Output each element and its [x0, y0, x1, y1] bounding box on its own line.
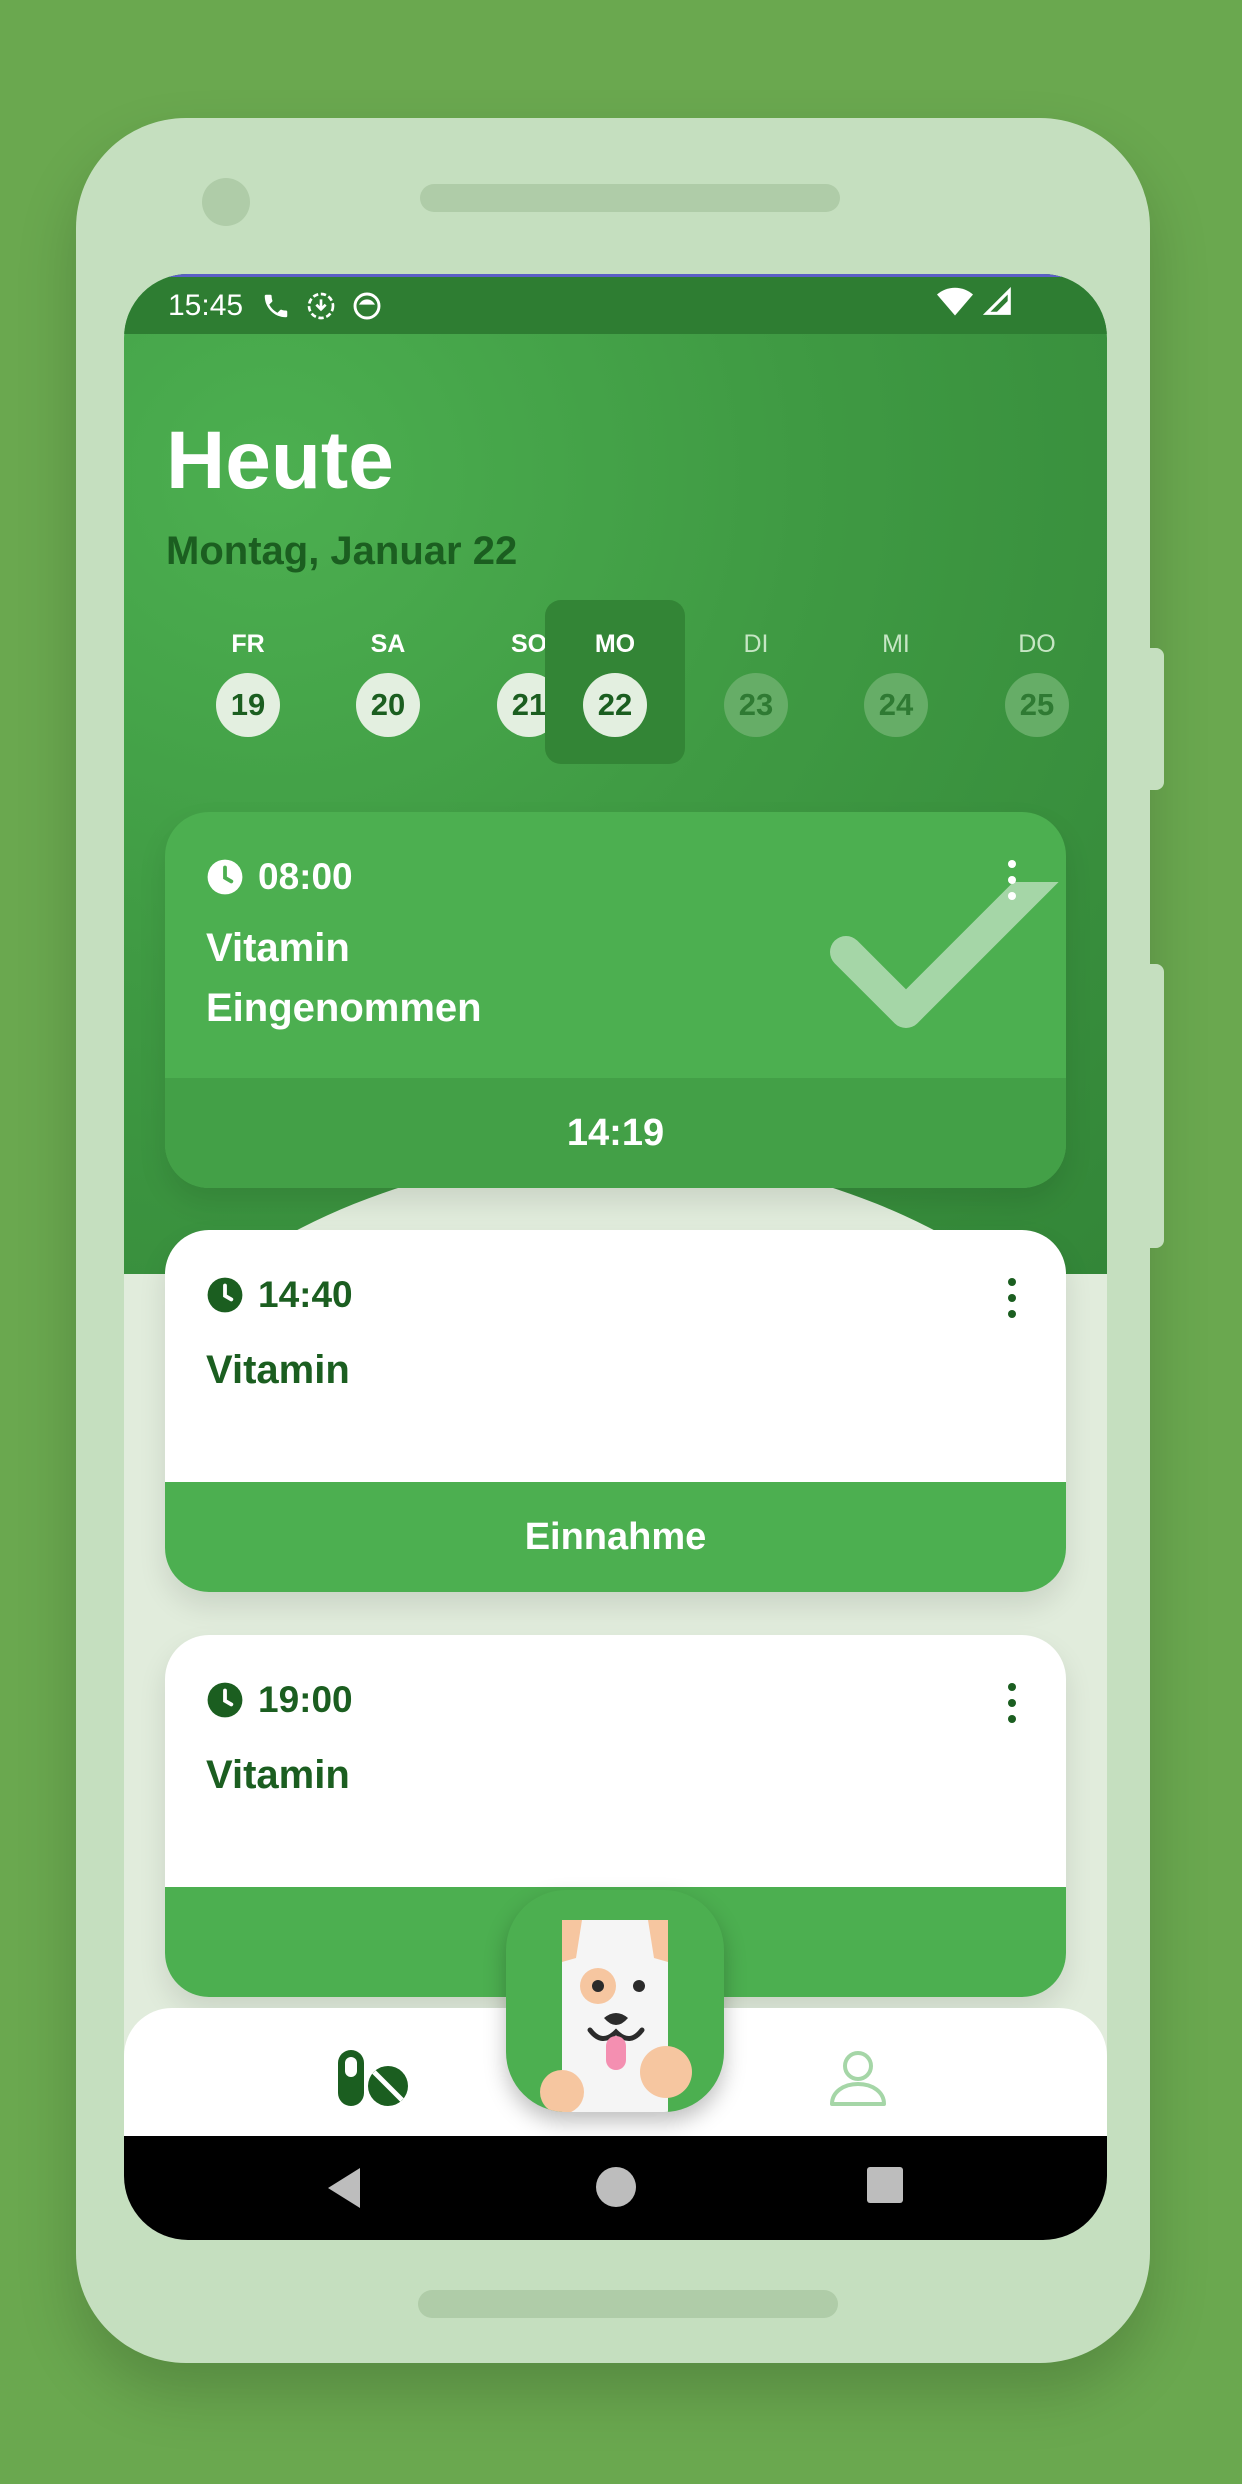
dog-mascot-icon	[540, 1920, 692, 2112]
signal-icon	[982, 286, 1013, 325]
day-name: DO	[1018, 630, 1056, 658]
day-item-mo[interactable]: MO 22	[545, 600, 685, 764]
day-item-sa[interactable]: SA 20	[318, 600, 458, 764]
day-name: DI	[743, 630, 769, 658]
home-circle-icon[interactable]	[595, 2166, 637, 2208]
dose-name: Vitamin	[206, 1753, 350, 1797]
dose-time: 19:00	[206, 1679, 353, 1721]
day-item-di[interactable]: DI 23	[686, 600, 826, 764]
dose-name: Vitamin	[206, 926, 350, 970]
pill-icon[interactable]	[334, 2048, 414, 2108]
dose-time: 08:00	[206, 856, 353, 898]
clock-icon	[207, 1277, 243, 1313]
status-bar: 15:45	[124, 274, 1107, 334]
dose-card: 14:40 Vitamin Einnahme	[165, 1230, 1066, 1592]
dose-card-taken[interactable]: 08:00 Vitamin Eingenommen 14:19	[165, 812, 1066, 1188]
day-number: 25	[1005, 673, 1069, 737]
more-menu-icon[interactable]	[1002, 1278, 1022, 1318]
system-navigation-bar	[124, 2136, 1107, 2240]
download-icon	[305, 290, 337, 322]
page-title: Heute	[166, 415, 394, 506]
app-screen: 15:45 Heute Montag, Januar 22 FR 19 SA 2…	[124, 274, 1107, 2240]
day-item-fr[interactable]: FR 19	[178, 600, 318, 764]
volume-button	[1148, 648, 1164, 790]
day-name: SO	[510, 630, 548, 658]
day-name: MI	[882, 630, 910, 658]
dose-name: Vitamin	[206, 1348, 350, 1392]
earpiece-speaker	[420, 184, 840, 212]
dose-time: 14:40	[206, 1274, 353, 1316]
clock-icon	[207, 859, 243, 895]
wifi-icon	[937, 287, 973, 325]
bottom-bar	[418, 2290, 838, 2318]
take-dose-button[interactable]: Einnahme	[165, 1482, 1066, 1592]
day-number: 20	[356, 673, 420, 737]
day-item-mi[interactable]: MI 24	[826, 600, 966, 764]
dog-mascot-button[interactable]	[506, 1890, 724, 2112]
page-date: Montag, Januar 22	[166, 529, 518, 573]
day-name: FR	[231, 630, 265, 658]
power-button	[1148, 964, 1164, 1248]
dose-time-text: 08:00	[258, 856, 353, 897]
more-menu-icon[interactable]	[1002, 860, 1022, 900]
clock-icon	[207, 1682, 243, 1718]
day-item-do[interactable]: DO 25	[967, 600, 1107, 764]
day-number: 24	[864, 673, 928, 737]
front-camera	[202, 178, 250, 226]
day-name: MO	[594, 630, 636, 658]
dose-status: Eingenommen	[206, 986, 482, 1030]
day-selector: FR 19 SA 20 SO 21 MO 22 DI 23 MI 24 DO 2…	[124, 600, 1107, 764]
user-icon[interactable]	[826, 2046, 890, 2110]
taken-time-label: 14:19	[165, 1078, 1066, 1188]
phone-icon	[261, 291, 291, 321]
recents-square-icon[interactable]	[866, 2166, 904, 2204]
more-menu-icon[interactable]	[1002, 1683, 1022, 1723]
day-name: SA	[370, 630, 406, 658]
dose-time-text: 14:40	[258, 1274, 353, 1315]
status-time: 15:45	[168, 288, 244, 322]
checkmark-icon	[830, 882, 1059, 1028]
data-saver-icon	[351, 290, 383, 322]
day-number: 19	[216, 673, 280, 737]
day-number: 23	[724, 673, 788, 737]
day-number: 22	[583, 673, 647, 737]
back-triangle-icon[interactable]	[324, 2166, 364, 2210]
dose-time-text: 19:00	[258, 1679, 353, 1720]
